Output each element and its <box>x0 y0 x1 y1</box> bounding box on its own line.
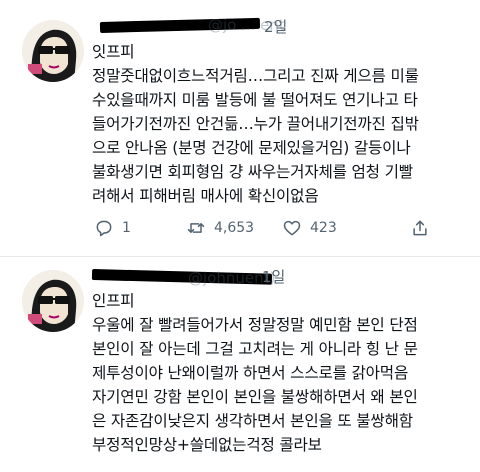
share-icon <box>413 220 427 236</box>
speech-bubble-icon <box>96 220 112 237</box>
tweet-text-line: 려해서 피해버림 매사에 확신이없음 <box>92 187 319 205</box>
tweet-text-line: 들어가기전까진 안건듦…누가 끌어내기전까진 집밖 <box>92 115 419 133</box>
tweet-text: 인프피 우울에 잘 빨려들어가서 정말정말 예민함 본인 단점 본인이 잘 아는… <box>92 289 472 457</box>
tweet-text-line: 우울에 잘 빨려들어가서 정말정말 예민함 본인 단점 <box>92 316 418 334</box>
avatar[interactable] <box>22 270 84 332</box>
tweet-1[interactable]: @jo ... ent 2일 잇프피 정말줏대없이흐느적거림…그리고 진짜 게으… <box>0 0 480 256</box>
like-button[interactable]: 423 <box>282 218 337 238</box>
tweet-text-line: 으로 안나옴 (분명 건강에 문제있을거임) 갈등이나 <box>92 139 411 157</box>
like-count: 423 <box>310 220 337 236</box>
tweet-text-line: 불화생기면 회피형임 걍 싸우는거자체를 엄청 기빨 <box>92 163 413 181</box>
tweet-text-line: 제투성이야 난왜이럴까 하면서 스스로를 갉아먹음 <box>92 364 409 382</box>
retweet-arrows-icon <box>187 223 205 233</box>
tweet-text-line: 잇프피 <box>92 43 135 61</box>
reply-count: 1 <box>122 220 131 236</box>
tweet-time[interactable]: 1일 <box>262 266 285 287</box>
tweet-text-line: 수있을때까지 미룸 발등에 불 떨어져도 연기나고 타 <box>92 91 418 109</box>
tweet-text-line: 부정적인망상+쓸데없는걱정 콜라보 <box>92 436 322 454</box>
tweet-text-line: 은 자존감이낮은지 생각하면서 본인을 또 불쌍해함 <box>92 412 413 430</box>
avatar-illustration <box>22 20 84 82</box>
tweet-header: @johnuent) <box>91 266 396 287</box>
tweet-text-line: 본인이 잘 아는데 그걸 고치려는 게 아니라 힝 난 문 <box>92 340 418 358</box>
reply-button[interactable]: 1 <box>94 218 131 238</box>
share-button[interactable] <box>410 218 430 238</box>
tweet-text-line: 정말줏대없이흐느적거림…그리고 진짜 게으름 미룰 <box>92 67 419 85</box>
tweet-text: 잇프피 정말줏대없이흐느적거림…그리고 진짜 게으름 미룰 수있을때까지 미룸 … <box>92 40 472 208</box>
tweet-time[interactable]: 2일 <box>264 16 287 37</box>
avatar-illustration <box>22 270 84 332</box>
tweet-actions: 1 4,653 423 <box>94 218 454 242</box>
retweet-count: 4,653 <box>214 220 255 236</box>
avatar[interactable] <box>22 20 84 82</box>
heart-icon <box>283 220 301 236</box>
tweet-text-line: 자기연민 강함 본인이 본인을 불쌍해하면서 왜 본인 <box>92 388 418 406</box>
tweet-2[interactable]: @johnuent) 1일 인프피 우울에 잘 빨려들어가서 정말정말 예민함 … <box>0 257 480 472</box>
tweet-text-line: 인프피 <box>92 292 135 310</box>
retweet-button[interactable]: 4,653 <box>186 218 254 238</box>
tweet-header: @jo ... ent <box>96 16 396 36</box>
